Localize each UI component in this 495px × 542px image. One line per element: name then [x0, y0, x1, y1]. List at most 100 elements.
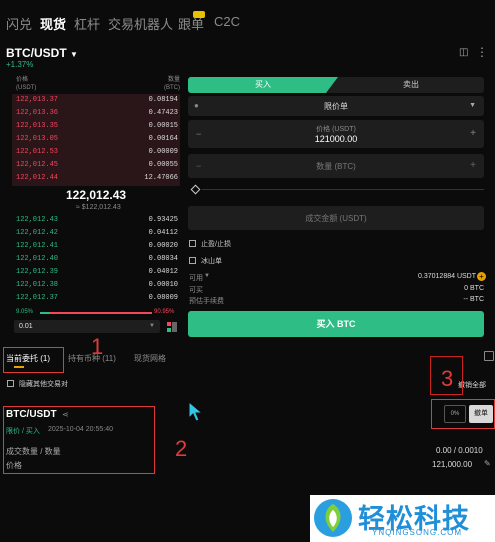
ask-row[interactable]: 122,012.53 0.00009: [12, 146, 180, 158]
tab-buy[interactable]: 买入: [188, 77, 338, 93]
bid-price: 122,012.43: [16, 216, 59, 224]
ask-price: 122,012.53: [16, 148, 59, 156]
bid-qty: 0.00010: [148, 281, 178, 289]
bid-row[interactable]: 122,012.40 0.08034: [12, 253, 180, 265]
order-history-icon[interactable]: [484, 351, 494, 361]
tab-spot-grid[interactable]: 现货网格: [134, 353, 166, 364]
bid-row[interactable]: 122,012.42 0.04112: [12, 227, 180, 239]
plus-icon[interactable]: +: [470, 160, 476, 171]
amount-slider-track[interactable]: [202, 189, 484, 190]
ask-row[interactable]: 122,013.05 0.00164: [12, 133, 180, 145]
ob-price-header: 价格 (USDT): [16, 76, 36, 92]
more-icon[interactable]: ⋮: [476, 45, 488, 59]
chevron-down-icon: ▼: [149, 323, 155, 329]
add-funds-icon[interactable]: +: [477, 272, 486, 281]
ask-price: 122,013.35: [16, 122, 59, 130]
nav-margin[interactable]: 杠杆: [74, 14, 100, 33]
bid-qty: 0.93425: [148, 216, 178, 224]
bid-price: 122,012.37: [16, 294, 59, 302]
hot-badge: [193, 11, 205, 18]
price-input[interactable]: − 价格 (USDT) 121000.00 +: [188, 120, 484, 148]
ratio-bar-buy: [40, 312, 51, 314]
ask-price: 122,013.37: [16, 96, 59, 104]
nav-spot[interactable]: 现货: [40, 14, 66, 33]
tpsl-label: 止盈/止损: [201, 241, 231, 248]
bid-qty: 0.08009: [148, 294, 178, 302]
iceberg-checkbox[interactable]: [189, 257, 196, 264]
ob-qty-label: 数量: [167, 77, 180, 83]
bid-row[interactable]: 122,012.43 0.93425: [12, 214, 180, 226]
ask-qty: 0.00055: [148, 161, 178, 169]
ask-row[interactable]: 122,013.36 0.47423: [12, 107, 180, 119]
edit-icon[interactable]: ✎: [484, 459, 491, 468]
fee-label: 预估手续费: [189, 298, 224, 305]
ask-qty: 0.00164: [148, 135, 178, 143]
ask-row[interactable]: 122,013.37 0.08194: [12, 94, 180, 106]
available-value: 0.37012884 USDT: [418, 273, 476, 280]
precision-select[interactable]: 0.01 ▼: [14, 320, 160, 333]
ob-price-unit: (USDT): [16, 85, 37, 91]
bid-qty: 0.00020: [148, 242, 178, 250]
plus-icon[interactable]: +: [470, 128, 476, 139]
annotation-number-3: 3: [441, 366, 454, 391]
amount-slider-handle[interactable]: [190, 184, 201, 195]
logo-emblem: [314, 499, 352, 537]
bid-qty: 0.08034: [148, 255, 178, 263]
total-placeholder: 成交金额 (USDT): [305, 214, 367, 223]
bid-price: 122,012.41: [16, 242, 59, 250]
bid-row[interactable]: 122,012.38 0.00010: [12, 279, 180, 291]
ask-qty: 0.00015: [148, 122, 178, 130]
ask-row[interactable]: 122,012.45 0.00055: [12, 159, 180, 171]
nav-c2c[interactable]: C2C: [214, 14, 240, 29]
orderbook-layout-icon[interactable]: [167, 322, 177, 332]
ask-row[interactable]: 122,013.35 0.00015: [12, 120, 180, 132]
tpsl-checkbox[interactable]: [189, 240, 196, 247]
nav-trading-bot[interactable]: 交易机器人: [108, 14, 173, 33]
ask-price: 122,013.36: [16, 109, 59, 117]
pair-symbol: BTC/USDT: [6, 46, 67, 60]
ask-row[interactable]: 122,012.44 12.47066: [12, 172, 180, 184]
ob-price-label: 价格: [16, 77, 29, 83]
bid-qty: 0.04012: [148, 268, 178, 276]
bid-price: 122,012.38: [16, 281, 59, 289]
chevron-down-icon: ▼: [70, 50, 78, 59]
buy-btc-button[interactable]: 买入 BTC: [188, 311, 484, 337]
ob-qty-header: 数量 (BTC): [164, 76, 180, 92]
quantity-input[interactable]: − 数量 (BTC) +: [188, 154, 484, 178]
watermark-logo: 轻松科技 YNQINGSONG.COM: [310, 495, 495, 542]
price-value: 121000.00: [314, 134, 358, 144]
ask-price: 122,013.05: [16, 135, 59, 143]
buyable-label: 可买: [189, 287, 203, 294]
available-label: 可用: [189, 275, 203, 282]
annotation-number-1: 1: [91, 334, 104, 359]
hide-others-checkbox[interactable]: [7, 380, 14, 387]
bid-price: 122,012.42: [16, 229, 59, 237]
nav-flash-swap[interactable]: 闪兑: [6, 14, 32, 33]
annotation-number-2: 2: [175, 436, 188, 461]
buyable-value: 0 BTC: [464, 285, 484, 292]
tab-sell[interactable]: 卖出: [338, 77, 484, 93]
bid-row[interactable]: 122,012.41 0.00020: [12, 240, 180, 252]
total-input[interactable]: 成交金额 (USDT): [188, 206, 484, 230]
filled-value: 0.00 / 0.0010: [436, 446, 483, 455]
mouse-cursor-icon: [188, 401, 204, 422]
precision-value: 0.01: [19, 323, 33, 330]
bid-row[interactable]: 122,012.39 0.04012: [12, 266, 180, 278]
chart-toggle-icon[interactable]: ◫: [459, 47, 468, 58]
fee-value: -- BTC: [463, 296, 484, 303]
quantity-placeholder: 数量 (BTC): [316, 162, 356, 171]
chevron-down-icon: ▼: [469, 102, 476, 109]
hide-others-label: 隐藏其他交易对: [19, 381, 68, 388]
buy-ratio-label: 9.05%: [16, 309, 34, 315]
order-type-select[interactable]: ● 限价单 ▼: [188, 96, 484, 116]
ask-qty: 12.47066: [144, 174, 178, 182]
bid-price: 122,012.40: [16, 255, 59, 263]
ask-qty: 0.00009: [148, 148, 178, 156]
sell-ratio-label: 90.95%: [154, 309, 175, 315]
mid-price-usd: ≈ $122,012.43: [76, 204, 121, 211]
ask-qty: 0.47423: [148, 109, 178, 117]
pair-selector[interactable]: BTC/USDT ▼: [6, 46, 78, 60]
bid-row[interactable]: 122,012.37 0.08009: [12, 292, 180, 304]
order-type-label: 限价单: [324, 102, 348, 111]
order-price-value: 121,000.00: [432, 460, 473, 469]
